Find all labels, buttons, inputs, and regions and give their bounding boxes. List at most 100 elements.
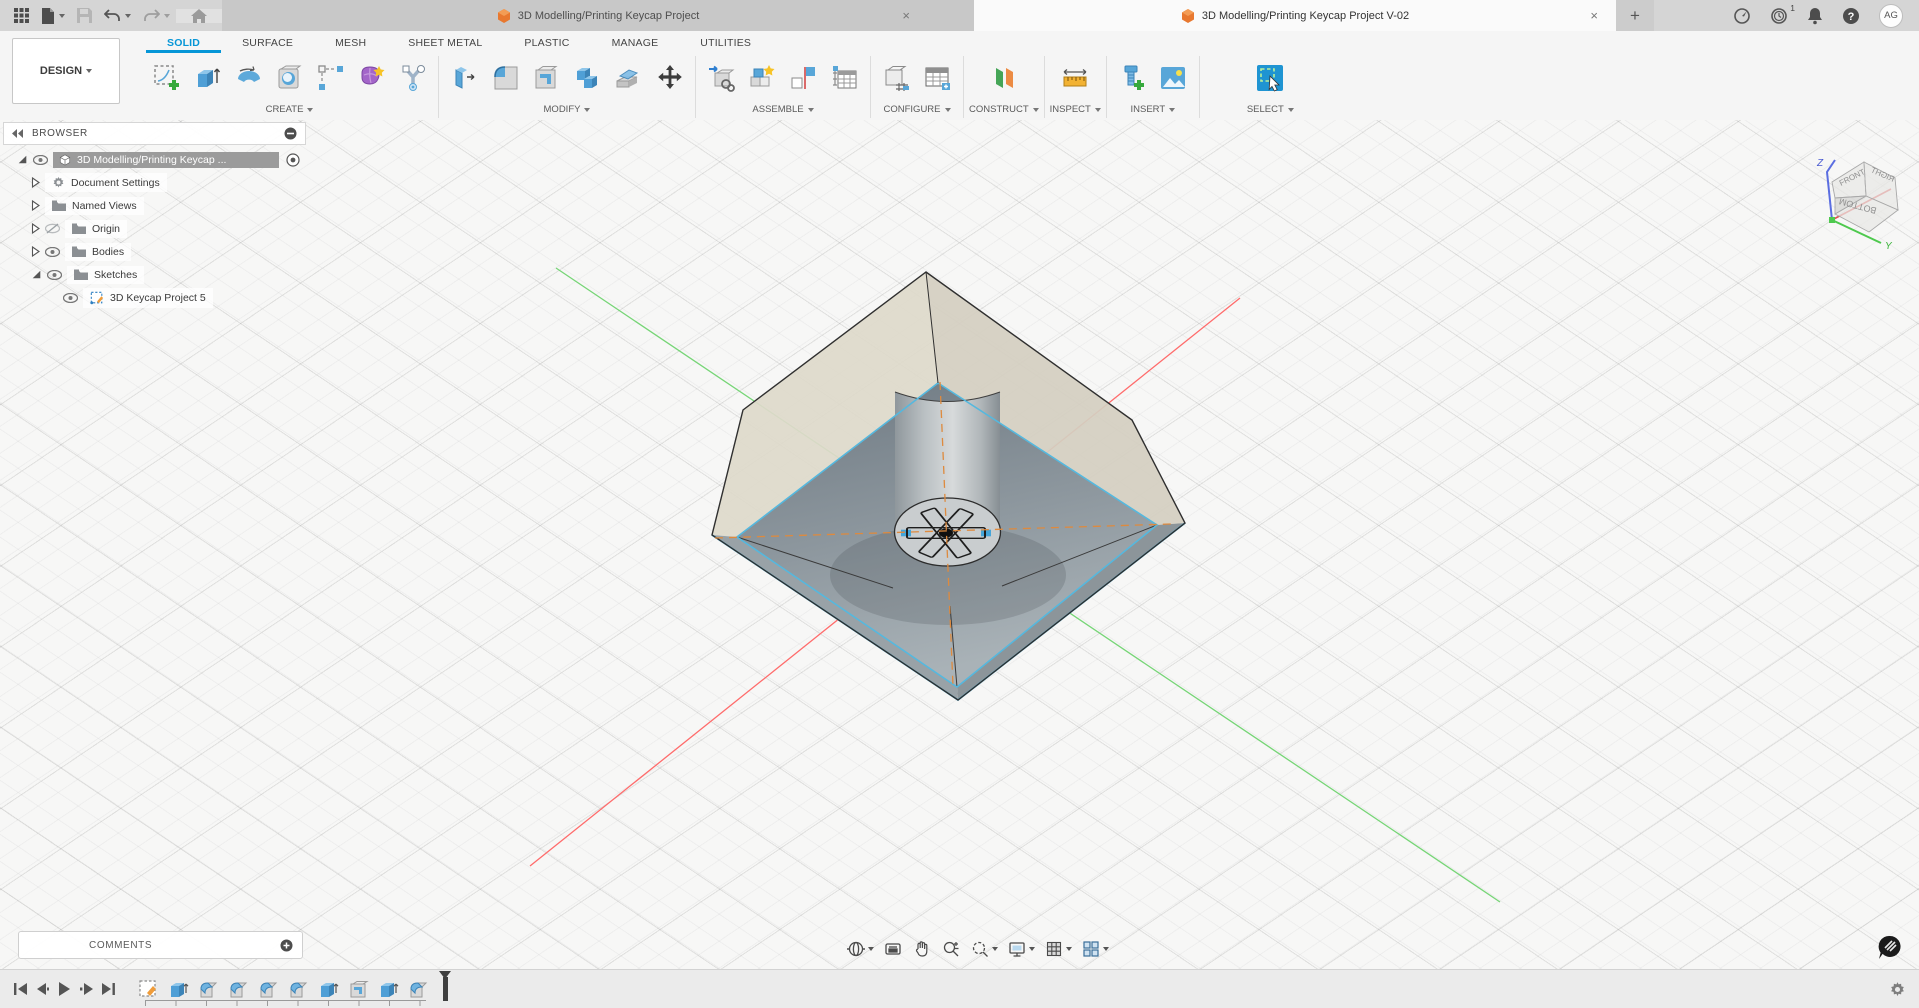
visibility-eye-icon[interactable] <box>45 247 60 257</box>
visibility-off-eye-icon[interactable] <box>45 223 60 234</box>
grid-display-icon[interactable] <box>1041 937 1075 961</box>
new-tab-button[interactable]: + <box>1616 0 1654 31</box>
minimize-panel-icon[interactable] <box>284 127 297 140</box>
configuration-table-icon[interactable] <box>917 56 958 100</box>
create-sketch-icon[interactable] <box>146 56 187 100</box>
timeline-feature-shell-icon[interactable] <box>347 978 370 1001</box>
extrude-icon[interactable] <box>187 56 228 100</box>
group-label-configure[interactable]: CONFIGURE <box>884 104 951 115</box>
pan-icon[interactable] <box>909 937 935 961</box>
viewports-icon[interactable] <box>1078 937 1112 961</box>
step-back-icon[interactable] <box>36 983 49 995</box>
tab-mesh[interactable]: MESH <box>314 34 387 53</box>
browser-row-bodies[interactable]: Bodies <box>3 240 306 263</box>
help-icon[interactable]: ? <box>1842 7 1860 25</box>
home-view-icon[interactable] <box>176 9 222 23</box>
create-form-icon[interactable] <box>351 56 392 100</box>
timeline-feature-sketch-icon[interactable] <box>137 978 160 1001</box>
window-zoom-icon[interactable] <box>967 937 1001 961</box>
orbit-icon[interactable] <box>843 937 877 961</box>
group-label-assemble[interactable]: ASSEMBLE <box>752 104 813 115</box>
timeline-feature-fillet-icon[interactable] <box>227 978 250 1001</box>
split-body-icon[interactable] <box>608 56 649 100</box>
combine-icon[interactable] <box>567 56 608 100</box>
tab-surface[interactable]: SURFACE <box>221 34 314 53</box>
group-label-construct[interactable]: CONSTRUCT <box>969 104 1039 115</box>
timeline-feature-fillet-icon[interactable] <box>407 978 430 1001</box>
workspace-switcher[interactable]: DESIGN <box>12 38 120 104</box>
timeline-feature-fillet-icon[interactable] <box>197 978 220 1001</box>
app-grid-icon[interactable] <box>8 0 35 31</box>
tab-manage[interactable]: MANAGE <box>591 34 680 53</box>
timeline-settings-gear-icon[interactable] <box>1889 981 1906 998</box>
expander-collapsed-icon[interactable] <box>31 177 40 188</box>
group-label-create[interactable]: CREATE <box>266 104 314 115</box>
press-pull-icon[interactable] <box>444 56 485 100</box>
notifications-bell-icon[interactable] <box>1807 7 1823 25</box>
file-menu-icon[interactable] <box>35 0 71 31</box>
pattern-icon[interactable] <box>310 56 351 100</box>
expander-expanded-icon[interactable] <box>31 269 42 280</box>
new-component-icon[interactable] <box>742 56 783 100</box>
browser-row-sketches[interactable]: Sketches <box>3 263 306 286</box>
insert-canvas-icon[interactable] <box>1153 56 1194 100</box>
group-label-inspect[interactable]: INSPECT <box>1050 104 1101 115</box>
tab-sheet-metal[interactable]: SHEET METAL <box>387 34 503 53</box>
timeline-feature-extrude-icon[interactable] <box>317 978 340 1001</box>
insert-derive-icon[interactable] <box>701 56 742 100</box>
display-settings-icon[interactable] <box>1004 937 1038 961</box>
select-icon[interactable] <box>1250 56 1291 100</box>
timeline-feature-fillet-icon[interactable] <box>257 978 280 1001</box>
configure-feature-icon[interactable] <box>876 56 917 100</box>
insert-fastener-icon[interactable] <box>1112 56 1153 100</box>
job-status-icon[interactable]: 1 <box>1770 7 1788 25</box>
construction-plane-icon[interactable] <box>983 56 1024 100</box>
browser-row-root[interactable]: 3D Modelling/Printing Keycap ... <box>3 148 306 171</box>
root-node[interactable]: 3D Modelling/Printing Keycap ... <box>53 152 279 168</box>
viewcube[interactable]: Z Y FRONT RIGHT BOTTOM <box>1805 134 1909 252</box>
move-copy-icon[interactable] <box>649 56 690 100</box>
measure-icon[interactable] <box>1055 56 1096 100</box>
extensions-icon[interactable] <box>1733 7 1751 25</box>
save-icon[interactable] <box>71 0 98 31</box>
browser-header[interactable]: BROWSER <box>3 122 306 145</box>
go-to-end-icon[interactable] <box>102 983 115 995</box>
browser-row-named-views[interactable]: Named Views <box>3 194 306 217</box>
timeline-feature-extrude-icon[interactable] <box>167 978 190 1001</box>
timeline-feature-extrude-icon[interactable] <box>377 978 400 1001</box>
group-label-modify[interactable]: MODIFY <box>544 104 591 115</box>
group-label-insert[interactable]: INSERT <box>1130 104 1175 115</box>
visibility-eye-icon[interactable] <box>47 270 62 280</box>
undo-icon[interactable] <box>98 0 137 31</box>
revolve-icon[interactable] <box>228 56 269 100</box>
expander-collapsed-icon[interactable] <box>31 223 40 234</box>
close-tab-icon[interactable]: × <box>1590 9 1598 22</box>
document-tab-2[interactable]: 3D Modelling/Printing Keycap Project V-0… <box>974 0 1616 31</box>
tab-solid[interactable]: SOLID <box>146 34 221 53</box>
collapse-panel-icon[interactable] <box>12 129 24 138</box>
expander-collapsed-icon[interactable] <box>31 246 40 257</box>
avatar[interactable]: AG <box>1879 4 1903 28</box>
generative-design-icon[interactable] <box>392 56 433 100</box>
add-comment-icon[interactable] <box>280 939 293 952</box>
browser-row-origin[interactable]: Origin <box>3 217 306 240</box>
activate-component-icon[interactable] <box>286 153 300 167</box>
document-tab-1[interactable]: 3D Modelling/Printing Keycap Project × <box>222 0 974 31</box>
bom-table-icon[interactable] <box>824 56 865 100</box>
expander-collapsed-icon[interactable] <box>31 200 40 211</box>
go-to-start-icon[interactable] <box>14 983 27 995</box>
fillet-icon[interactable] <box>485 56 526 100</box>
look-at-icon[interactable] <box>880 937 906 961</box>
timeline-playhead[interactable] <box>439 971 452 1001</box>
timeline-feature-fillet-icon[interactable] <box>287 978 310 1001</box>
viewport-canvas[interactable]: BROWSER 3D Modelling/Printing Keycap ...… <box>0 120 1919 970</box>
comments-bar[interactable]: COMMENTS <box>18 931 303 959</box>
browser-row-sketch-child[interactable]: 3D Keycap Project 5 <box>3 286 306 309</box>
shell-icon[interactable] <box>526 56 567 100</box>
redo-icon[interactable] <box>137 0 176 31</box>
in-canvas-feedback-icon[interactable] <box>1878 935 1902 961</box>
visibility-eye-icon[interactable] <box>33 155 48 165</box>
zoom-icon[interactable] <box>938 937 964 961</box>
expander-expanded-icon[interactable] <box>17 154 28 165</box>
tab-utilities[interactable]: UTILITIES <box>679 34 772 53</box>
